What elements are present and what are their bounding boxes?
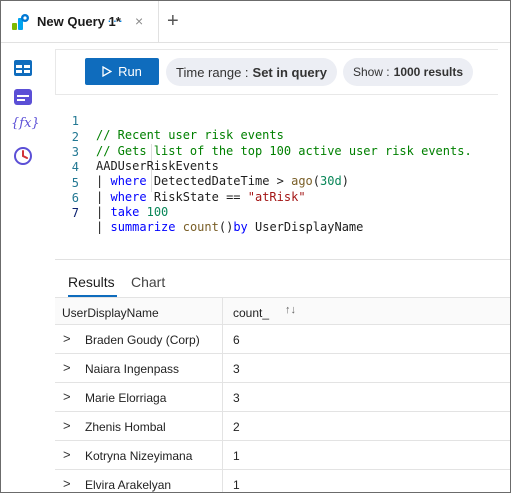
table-row[interactable]: > Marie Elorriaga 3 — [55, 383, 510, 412]
cell-count: 3 — [233, 362, 240, 376]
expand-row-icon[interactable]: > — [63, 331, 71, 346]
expand-row-icon[interactable]: > — [63, 389, 71, 404]
tab-close-icon[interactable]: × — [135, 13, 143, 29]
queries-icon[interactable] — [12, 86, 34, 108]
column-divider — [222, 383, 223, 411]
cell-count: 1 — [233, 449, 240, 463]
results-grid: UserDisplayName count_ ↑↓ > Braden Goudy… — [55, 297, 510, 492]
expand-row-icon[interactable]: > — [63, 360, 71, 375]
column-divider — [222, 412, 223, 440]
results-tabs: Results Chart — [55, 260, 510, 297]
grid-header: UserDisplayName count_ ↑↓ — [55, 297, 510, 325]
cell-count: 3 — [233, 391, 240, 405]
tab-results[interactable]: Results — [68, 274, 115, 290]
cell-count: 1 — [233, 478, 240, 492]
code-line-2: 2 // Gets list of the top 100 active use… — [55, 116, 510, 158]
code-line-1: 1 // Recent user risk events — [55, 100, 510, 142]
time-range-value: Set in query — [252, 64, 327, 80]
play-icon — [102, 66, 113, 77]
column-divider — [222, 470, 223, 492]
table-row[interactable]: > Braden Goudy (Corp) 6 — [55, 325, 510, 354]
query-editor[interactable]: 1 // Recent user risk events 2 // Gets l… — [55, 96, 510, 256]
cell-user: Braden Goudy (Corp) — [85, 333, 200, 347]
expand-row-icon[interactable]: > — [63, 418, 71, 433]
column-header-count[interactable]: count_ — [233, 306, 269, 320]
run-button[interactable]: Run — [85, 58, 159, 85]
functions-icon[interactable]: {fx} — [11, 116, 40, 138]
result-limit-picker[interactable]: Show : 1000 results — [343, 58, 473, 86]
code-text: | summarize count()by UserDisplayName — [96, 220, 364, 234]
show-value: 1000 results — [393, 65, 464, 79]
code-line-6: 6 | take 100 — [55, 177, 510, 219]
column-header-user[interactable]: UserDisplayName — [62, 306, 159, 320]
table-row[interactable]: > Kotryna Nizeyimana 1 — [55, 441, 510, 470]
table-row[interactable]: > Elvira Arakelyan 1 — [55, 470, 510, 492]
cell-count: 2 — [233, 420, 240, 434]
log-analytics-icon — [12, 14, 29, 30]
query-toolbar: Run Time range : Set in query Show : 100… — [55, 49, 498, 95]
tab-new-query-1[interactable]: New Query 1* ··· × — [1, 1, 159, 42]
show-label: Show : — [352, 65, 390, 79]
code-line-4: 4 | where DetectedDateTime > ago(30d) — [55, 146, 510, 188]
add-tab-button[interactable]: + — [167, 10, 179, 33]
expand-row-icon[interactable]: > — [63, 447, 71, 462]
tab-bar: New Query 1* ··· × + — [1, 1, 510, 43]
code-line-3: 3 AADUserRiskEvents — [55, 131, 510, 173]
tab-chart[interactable]: Chart — [131, 274, 165, 290]
column-divider — [222, 325, 223, 353]
cell-user: Naiara Ingenpass — [85, 362, 180, 376]
history-icon[interactable] — [12, 145, 34, 167]
time-range-picker[interactable]: Time range : Set in query — [166, 58, 337, 86]
run-label: Run — [118, 64, 142, 79]
cell-user: Zhenis Hombal — [85, 420, 166, 434]
column-divider — [222, 354, 223, 382]
results-pane: Results Chart UserDisplayName count_ ↑↓ … — [55, 259, 510, 492]
table-row[interactable]: > Zhenis Hombal 2 — [55, 412, 510, 441]
query-window: New Query 1* ··· × + {fx} Run Time range… — [0, 0, 511, 493]
cell-user: Marie Elorriaga — [85, 391, 167, 405]
table-row[interactable]: > Naiara Ingenpass 3 — [55, 354, 510, 383]
cell-count: 6 — [233, 333, 240, 347]
cell-user: Elvira Arakelyan — [85, 478, 172, 492]
code-line-5: 5 | where RiskState == "atRisk" — [55, 162, 510, 204]
code-line-7: 7 | summarize count()by UserDisplayName — [55, 192, 510, 234]
tab-more-icon[interactable]: ··· — [107, 12, 124, 28]
tables-icon[interactable] — [12, 57, 34, 79]
expand-row-icon[interactable]: > — [63, 476, 71, 491]
column-divider — [222, 441, 223, 469]
time-range-label: Time range : — [176, 64, 249, 80]
left-rail: {fx} — [1, 44, 45, 492]
sort-icon[interactable]: ↑↓ — [285, 304, 296, 316]
cell-user: Kotryna Nizeyimana — [85, 449, 193, 463]
column-divider[interactable] — [222, 298, 223, 324]
line-number: 7 — [71, 206, 79, 220]
